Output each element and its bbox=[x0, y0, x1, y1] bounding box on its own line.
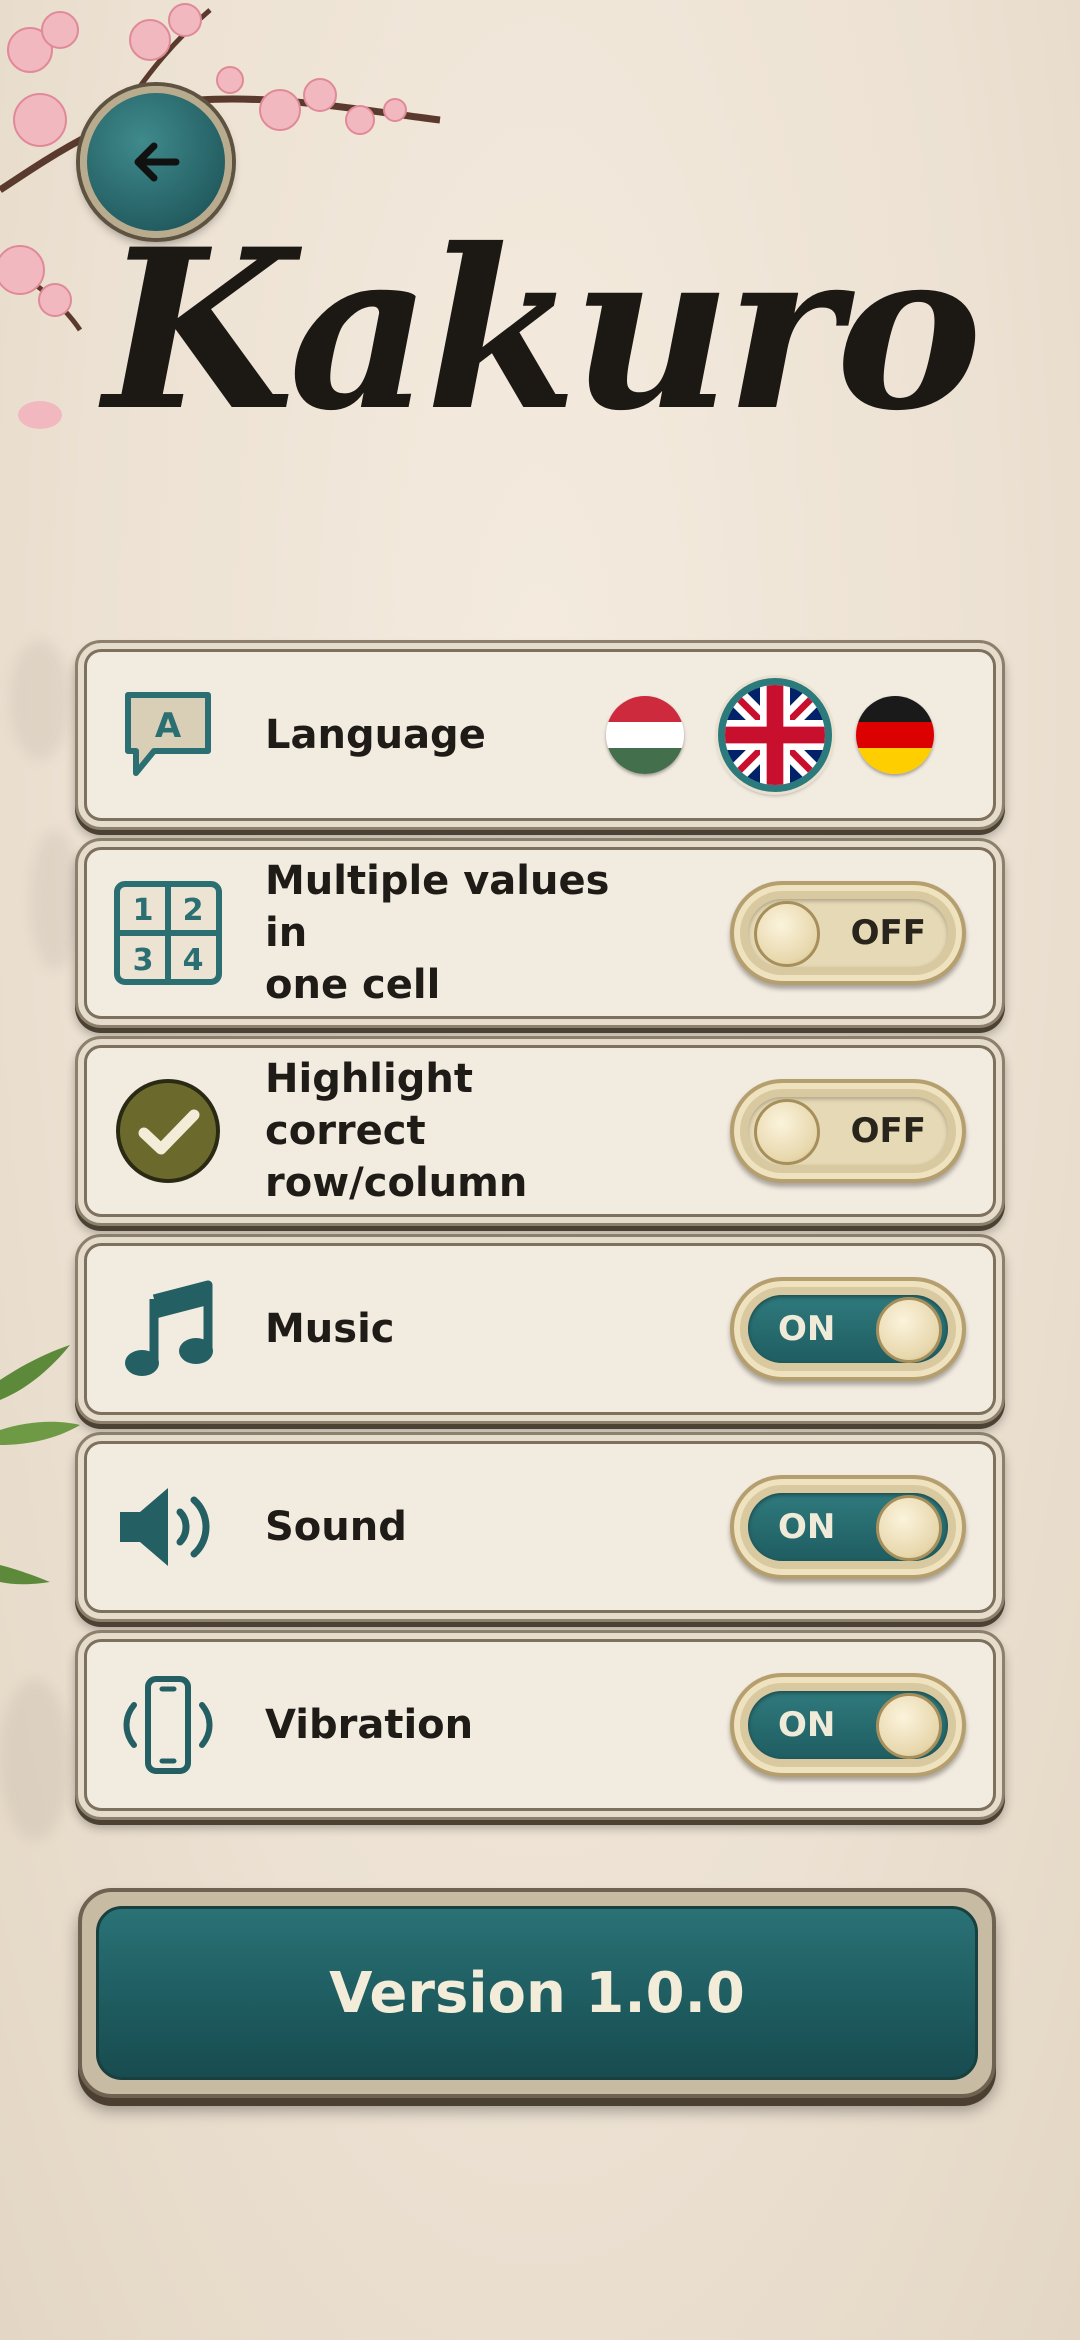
highlight-toggle[interactable]: OFF bbox=[730, 1079, 966, 1183]
vibration-setting: Vibration ON bbox=[75, 1630, 1005, 1820]
svg-text:2: 2 bbox=[183, 893, 204, 928]
multiple-values-setting: 1 2 3 4 Multiple values in one cell OFF bbox=[75, 838, 1005, 1028]
svg-text:1: 1 bbox=[133, 893, 154, 928]
language-setting: A Language bbox=[75, 640, 1005, 830]
german-flag-option[interactable] bbox=[856, 696, 934, 774]
music-toggle[interactable]: ON bbox=[730, 1277, 966, 1381]
sound-setting: Sound ON bbox=[75, 1432, 1005, 1622]
music-note-icon bbox=[112, 1273, 224, 1385]
svg-text:A: A bbox=[155, 706, 182, 746]
toggle-state: ON bbox=[778, 1309, 836, 1349]
multiple-values-label-line2: one cell bbox=[265, 962, 441, 1008]
toggle-knob bbox=[876, 1297, 942, 1363]
svg-text:3: 3 bbox=[133, 943, 154, 978]
arrow-left-icon bbox=[134, 142, 180, 182]
page-title: Kakuro bbox=[103, 200, 983, 459]
highlight-label-line1: Highlight correct bbox=[265, 1056, 473, 1154]
sound-toggle[interactable]: ON bbox=[730, 1475, 966, 1579]
number-grid-icon: 1 2 3 4 bbox=[112, 877, 224, 989]
multiple-values-label: Multiple values in one cell bbox=[265, 855, 645, 1011]
highlight-label: Highlight correct row/column bbox=[265, 1053, 645, 1209]
toggle-state: OFF bbox=[850, 1111, 926, 1151]
leaf-shadow bbox=[0, 1680, 70, 1840]
highlight-label-line2: row/column bbox=[265, 1160, 528, 1206]
toggle-knob bbox=[754, 901, 820, 967]
svg-text:4: 4 bbox=[183, 943, 204, 978]
version-panel: Version 1.0.0 bbox=[96, 1906, 978, 2080]
version-label: Version 1.0.0 bbox=[329, 1960, 745, 2026]
speaker-icon bbox=[112, 1471, 224, 1583]
toggle-state: ON bbox=[778, 1705, 836, 1745]
phone-vibrate-icon bbox=[112, 1669, 224, 1781]
toggle-knob bbox=[754, 1099, 820, 1165]
toggle-state: ON bbox=[778, 1507, 836, 1547]
uk-flag-icon bbox=[725, 685, 825, 785]
vibration-toggle[interactable]: ON bbox=[730, 1673, 966, 1777]
toggle-knob bbox=[876, 1693, 942, 1759]
toggle-state: OFF bbox=[850, 913, 926, 953]
music-label: Music bbox=[265, 1306, 395, 1352]
sound-label: Sound bbox=[265, 1504, 407, 1550]
language-label: Language bbox=[265, 712, 486, 758]
leaf-shadow bbox=[10, 640, 70, 760]
version-button[interactable]: Version 1.0.0 bbox=[78, 1888, 996, 2098]
hungarian-flag-icon bbox=[606, 696, 684, 774]
multiple-values-toggle[interactable]: OFF bbox=[730, 881, 966, 985]
german-flag-icon bbox=[856, 696, 934, 774]
leaf-shadow bbox=[30, 830, 80, 970]
music-setting: Music ON bbox=[75, 1234, 1005, 1424]
hungarian-flag-option[interactable] bbox=[606, 696, 684, 774]
multiple-values-label-line1: Multiple values in bbox=[265, 858, 610, 956]
checkmark-circle-icon bbox=[112, 1075, 224, 1187]
vibration-label: Vibration bbox=[265, 1702, 474, 1748]
speech-bubble-a-icon: A bbox=[112, 679, 224, 791]
uk-flag-option[interactable] bbox=[718, 678, 832, 792]
toggle-knob bbox=[876, 1495, 942, 1561]
highlight-setting: Highlight correct row/column OFF bbox=[75, 1036, 1005, 1226]
